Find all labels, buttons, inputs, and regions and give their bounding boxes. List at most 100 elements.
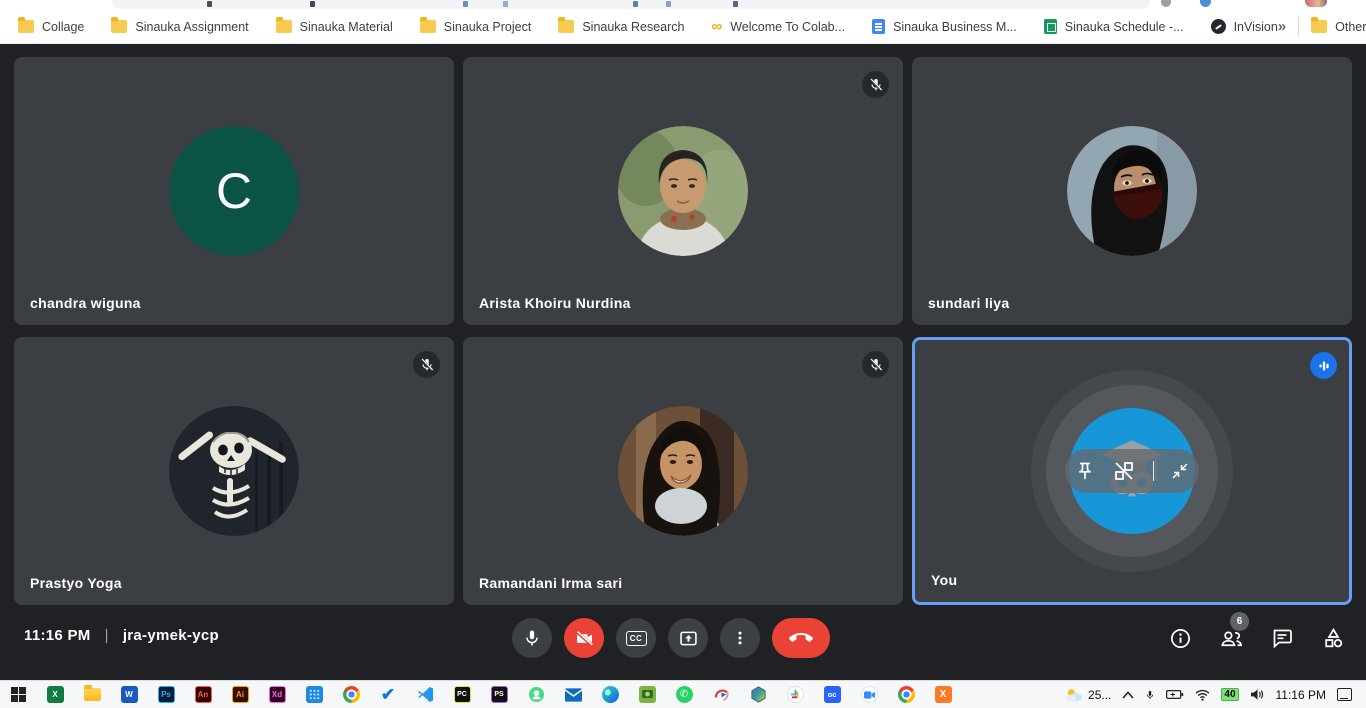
chat-panel-button[interactable]: [1269, 625, 1295, 651]
tab-fragment: [463, 1, 468, 7]
mic-icon: [522, 628, 542, 648]
folder-icon: [18, 20, 34, 33]
battery-percent-badge[interactable]: 40: [1221, 688, 1238, 701]
taskbar-phpstorm[interactable]: PS: [489, 685, 509, 705]
grid-off-icon[interactable]: [1112, 459, 1136, 483]
taskbar-oc-app[interactable]: oc: [822, 685, 842, 705]
taskbar-chrome-2[interactable]: [896, 685, 916, 705]
battery-icon[interactable]: [1166, 689, 1184, 700]
bookmarks-overflow-chevron[interactable]: »: [1278, 18, 1286, 35]
participant-name: You: [931, 572, 957, 588]
start-button[interactable]: [8, 685, 28, 705]
pycharm-icon: PC: [454, 686, 471, 703]
excel-icon: X: [47, 686, 64, 703]
taskbar-origami-app[interactable]: [711, 685, 731, 705]
bookmark-sinauka-schedule[interactable]: Sinauka Schedule -...: [1044, 19, 1184, 34]
participant-tile-ramandani[interactable]: Ramandani Irma sari: [463, 337, 903, 605]
origami-app-icon: [713, 686, 730, 703]
extension-icon[interactable]: [1200, 0, 1211, 7]
taskbar-camera-app[interactable]: [637, 685, 657, 705]
people-panel-button[interactable]: 6: [1218, 625, 1244, 651]
participant-tile-chandra[interactable]: C chandra wiguna: [14, 57, 454, 325]
oc-app-icon: oc: [824, 686, 841, 703]
taskbar-edge[interactable]: [600, 685, 620, 705]
bookmark-sinauka-research[interactable]: Sinauka Research: [558, 20, 684, 34]
equalizer-icon: [1317, 359, 1331, 373]
bookmark-label: Sinauka Schedule -...: [1065, 20, 1184, 34]
taskbar-pycharm[interactable]: PC: [452, 685, 472, 705]
bookmark-label: InVision: [1234, 20, 1278, 34]
present-button[interactable]: [668, 618, 708, 658]
taskbar-chrome[interactable]: [341, 685, 361, 705]
extension-icon[interactable]: [1161, 0, 1171, 7]
taskbar-zoom[interactable]: [859, 685, 879, 705]
taskbar-word[interactable]: W: [119, 685, 139, 705]
bookmark-label: Sinauka Assignment: [135, 20, 248, 34]
tray-mic-icon[interactable]: [1145, 688, 1155, 702]
taskbar-hexagon-app[interactable]: [748, 685, 768, 705]
bookmark-sinauka-assignment[interactable]: Sinauka Assignment: [111, 20, 248, 34]
colab-icon: ∞: [711, 22, 722, 32]
minimize-icon[interactable]: [1171, 462, 1189, 480]
participant-tile-you[interactable]: You: [912, 337, 1352, 605]
taskbar-whatsapp[interactable]: ✆: [674, 685, 694, 705]
mail-icon: [565, 688, 582, 702]
taskbar-file-explorer[interactable]: [82, 685, 102, 705]
audio-level-badge: [1310, 352, 1337, 379]
participant-tile-sundari[interactable]: sundari liya: [912, 57, 1352, 325]
taskbar-check-app[interactable]: ✔: [378, 685, 398, 705]
bookmark-sinauka-business[interactable]: Sinauka Business M...: [872, 19, 1017, 34]
tray-clock[interactable]: 11:16 PM: [1276, 688, 1326, 702]
other-bookmarks[interactable]: Other bookmarks: [1311, 20, 1366, 34]
omnibox-fragment[interactable]: [112, 0, 1150, 9]
taskbar-vscode[interactable]: [415, 685, 435, 705]
activities-shapes-icon: [1321, 626, 1346, 651]
avatar-photo: [169, 406, 299, 536]
volume-icon[interactable]: [1250, 688, 1265, 701]
activities-button[interactable]: [1320, 625, 1346, 651]
taskbar-photoshop[interactable]: Ps: [156, 685, 176, 705]
participant-tile-prastyo[interactable]: Prastyo Yoga: [14, 337, 454, 605]
taskbar-mail[interactable]: [563, 685, 583, 705]
participant-tile-arista[interactable]: Arista Khoiru Nurdina: [463, 57, 903, 325]
bookmark-label: Sinauka Material: [300, 20, 393, 34]
taskbar-android-app[interactable]: [526, 685, 546, 705]
taskbar-slack[interactable]: [785, 685, 805, 705]
folder-icon: [558, 20, 574, 33]
bookmark-invision[interactable]: InVision: [1211, 19, 1278, 34]
hangup-button[interactable]: [772, 618, 830, 658]
pin-icon[interactable]: [1075, 461, 1095, 481]
meeting-details-button[interactable]: [1167, 625, 1193, 651]
bookmark-label: Sinauka Business M...: [893, 20, 1017, 34]
captions-button[interactable]: CC: [616, 618, 656, 658]
bookmark-sinauka-material[interactable]: Sinauka Material: [276, 20, 393, 34]
action-center-icon[interactable]: [1337, 688, 1352, 701]
sheets-icon: [1044, 19, 1057, 34]
profile-avatar[interactable]: [1305, 0, 1327, 7]
taskbar-animate[interactable]: An: [193, 685, 213, 705]
taskbar-excel[interactable]: X: [45, 685, 65, 705]
avatar-photo: [618, 406, 748, 536]
photoshop-icon: Ps: [158, 686, 175, 703]
bookmark-welcome-colab[interactable]: ∞ Welcome To Colab...: [711, 20, 845, 34]
meeting-time: 11:16 PM: [24, 627, 91, 644]
mic-off-icon: [868, 357, 884, 373]
taskbar-illustrator[interactable]: Ai: [230, 685, 250, 705]
taskbar-adobe-xd[interactable]: Xd: [267, 685, 287, 705]
tab-fragment: [733, 1, 738, 7]
tray-chevron-icon[interactable]: [1122, 691, 1134, 699]
wifi-icon[interactable]: [1195, 689, 1210, 701]
zoom-icon: [861, 686, 878, 703]
chat-icon: [1270, 626, 1294, 650]
taskbar-blue-grid-app[interactable]: [304, 685, 324, 705]
divider: [1153, 461, 1154, 481]
bookmark-collage[interactable]: Collage: [18, 20, 84, 34]
more-options-button[interactable]: [720, 618, 760, 658]
file-explorer-icon: [84, 688, 101, 701]
weather-widget[interactable]: 25...: [1065, 688, 1111, 702]
bookmark-sinauka-project[interactable]: Sinauka Project: [420, 20, 532, 34]
mic-button[interactable]: [512, 618, 552, 658]
mic-off-badge: [862, 71, 889, 98]
taskbar-xampp[interactable]: X: [933, 685, 953, 705]
camera-off-button[interactable]: [564, 618, 604, 658]
